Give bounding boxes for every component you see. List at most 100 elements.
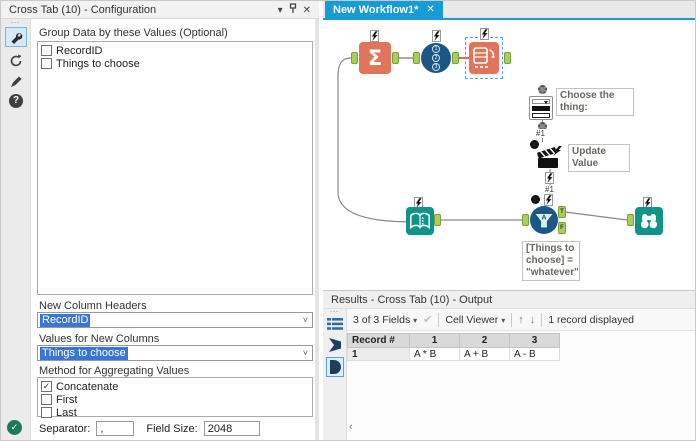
record-id-tool[interactable]: 1 2 3 [421,43,451,73]
method-item-last[interactable]: ✓ Last [41,406,309,419]
method-label: Method for Aggregating Values [39,365,189,377]
pin-icon[interactable] [289,3,297,17]
summarize-output-anchor[interactable] [392,52,399,64]
checkbox[interactable]: ✓ [41,381,52,392]
dropdown-option-icon [532,113,550,118]
output-anchor-button[interactable] [326,357,344,377]
field-size-input[interactable]: 2048 [204,421,260,436]
results-toolbar: 3 of 3 Fields ▾ ✔ Cell Viewer ▾ ↑ ↓ 1 re… [347,309,696,331]
apply-check-icon[interactable]: ✔ [423,313,432,326]
lightning-anchor-icon[interactable] [370,30,379,42]
cross-tab-pivot-icon [470,44,498,72]
filter-tool[interactable]: A [530,206,558,234]
panel-menu-icon[interactable]: ▾ [278,5,283,16]
filter-annotation[interactable]: [Things to choose] = "whatever" [522,241,580,281]
method-item-concatenate[interactable]: ✓ Concatenate [41,380,309,393]
connection-label: #1 [535,129,546,138]
configuration-panel-titlebar: Cross Tab (10) - Configuration [1,1,319,19]
dropdown-annotation[interactable]: Choose the thing: [556,88,634,116]
recordid-input-anchor[interactable] [413,52,420,64]
results-table[interactable]: Record # 1 2 3 1 A * B A + B A - B [347,333,560,361]
input-data-tool[interactable] [406,207,434,235]
lightning-anchor-icon[interactable] [545,172,554,184]
browse-tool[interactable] [635,207,663,235]
up-arrow-icon[interactable]: ↑ [518,314,524,326]
cell-value[interactable]: A + B [460,348,510,361]
action-annotation[interactable]: Update Value [568,144,630,172]
checkbox[interactable]: ✓ [41,58,52,69]
group-data-listbox[interactable]: ✓ RecordID ✓ Things to choose [37,41,313,295]
lightning-anchor-icon[interactable] [544,194,553,206]
filter-false-anchor[interactable]: F [558,222,566,234]
cell-value[interactable]: A * B [410,348,460,361]
new-column-headers-combo[interactable]: RecordID ˅ [37,312,313,328]
group-item-things-to-choose[interactable]: ✓ Things to choose [41,57,309,70]
config-ready-check-icon: ✓ [7,420,22,435]
toolbar-divider [511,313,512,327]
binoculars-icon [637,209,661,233]
tab-annotation-pen-icon[interactable] [5,71,27,91]
separator-input[interactable]: , [96,421,134,436]
question-anchor-gear-icon[interactable] [538,85,547,94]
connection-label: #1 [544,185,555,194]
lightning-anchor-icon[interactable] [480,28,489,40]
svg-text:A: A [541,215,546,222]
table-row[interactable]: 1 A * B A + B A - B [348,348,560,361]
group-data-label: Group Data by these Values (Optional) [39,27,228,39]
panel-window-buttons: ▾ ✕ [278,3,311,17]
cell-viewer-dropdown[interactable]: Cell Viewer ▾ [445,314,505,326]
overflow-dots-icon: ⋯ [323,306,346,317]
col-1[interactable]: 1 [410,334,460,348]
cell-record-num[interactable]: 1 [348,348,410,361]
checkbox[interactable]: ✓ [41,407,52,418]
input-output-anchor[interactable] [434,214,441,226]
method-listbox[interactable]: ✓ Concatenate ✓ First ✓ Last [37,377,313,417]
combo-selected-value: RecordID [40,314,90,327]
table-view-icon[interactable] [327,317,343,334]
method-item-first[interactable]: ✓ First [41,393,309,406]
action-input-gear-icon[interactable] [531,195,540,204]
workflow-canvas[interactable]: Σ 1 2 3 [323,20,696,290]
down-arrow-icon[interactable]: ↓ [530,314,536,326]
separator-label: Separator: [39,423,90,435]
checkbox[interactable]: ✓ [41,394,52,405]
record-id-123-icon: 1 2 3 [432,45,440,71]
tab-close-icon[interactable]: ✕ [426,4,434,15]
filter-input-anchor[interactable] [522,214,529,226]
field-size-label: Field Size: [146,423,197,435]
close-icon[interactable]: ✕ [303,5,311,16]
tab-configuration-wrench-icon[interactable] [5,27,27,47]
input-anchor-button[interactable] [328,337,342,356]
workflow-tab-title: New Workflow1* [333,4,418,16]
action-update-value-tool[interactable] [536,144,564,170]
alteryx-designer-window: Cross Tab (10) - Configuration ▾ ✕ ⋯ ? [0,0,696,441]
chevron-down-icon: ▾ [413,316,417,325]
filter-true-anchor[interactable]: T [558,206,566,218]
crosstab-output-anchor[interactable] [504,52,511,64]
summarize-input-anchor[interactable] [351,52,358,64]
drop-down-tool[interactable] [529,96,553,120]
tab-navigation-icon[interactable] [5,51,27,71]
scroll-left-icon[interactable]: ‹ [349,421,353,433]
recordid-output-anchor[interactable] [452,52,459,64]
summarize-tool[interactable]: Σ [359,42,391,74]
chevron-down-icon: ▾ [501,316,505,325]
configuration-panel: Cross Tab (10) - Configuration ▾ ✕ ⋯ ? [1,1,319,441]
chevron-down-icon: ˅ [303,315,308,325]
tab-help-icon[interactable]: ? [5,91,27,111]
col-3[interactable]: 3 [510,334,560,348]
workflow-tab[interactable]: New Workflow1* ✕ [325,1,443,18]
values-for-new-columns-combo[interactable]: Things to choose ˅ [37,345,313,361]
browse-input-anchor[interactable] [627,214,634,226]
col-2[interactable]: 2 [460,334,510,348]
col-record[interactable]: Record # [348,334,410,348]
checkbox[interactable]: ✓ [41,45,52,56]
fields-dropdown[interactable]: 3 of 3 Fields ▾ [353,314,417,326]
group-item-recordid[interactable]: ✓ RecordID [41,44,309,57]
toolbar-divider [541,313,542,327]
lightning-anchor-icon[interactable] [432,30,441,42]
cross-tab-tool[interactable] [469,42,499,74]
cell-value[interactable]: A - B [510,348,560,361]
table-header-row: Record # 1 2 3 [348,334,560,348]
configuration-sidebar: ⋯ ? [1,19,31,441]
